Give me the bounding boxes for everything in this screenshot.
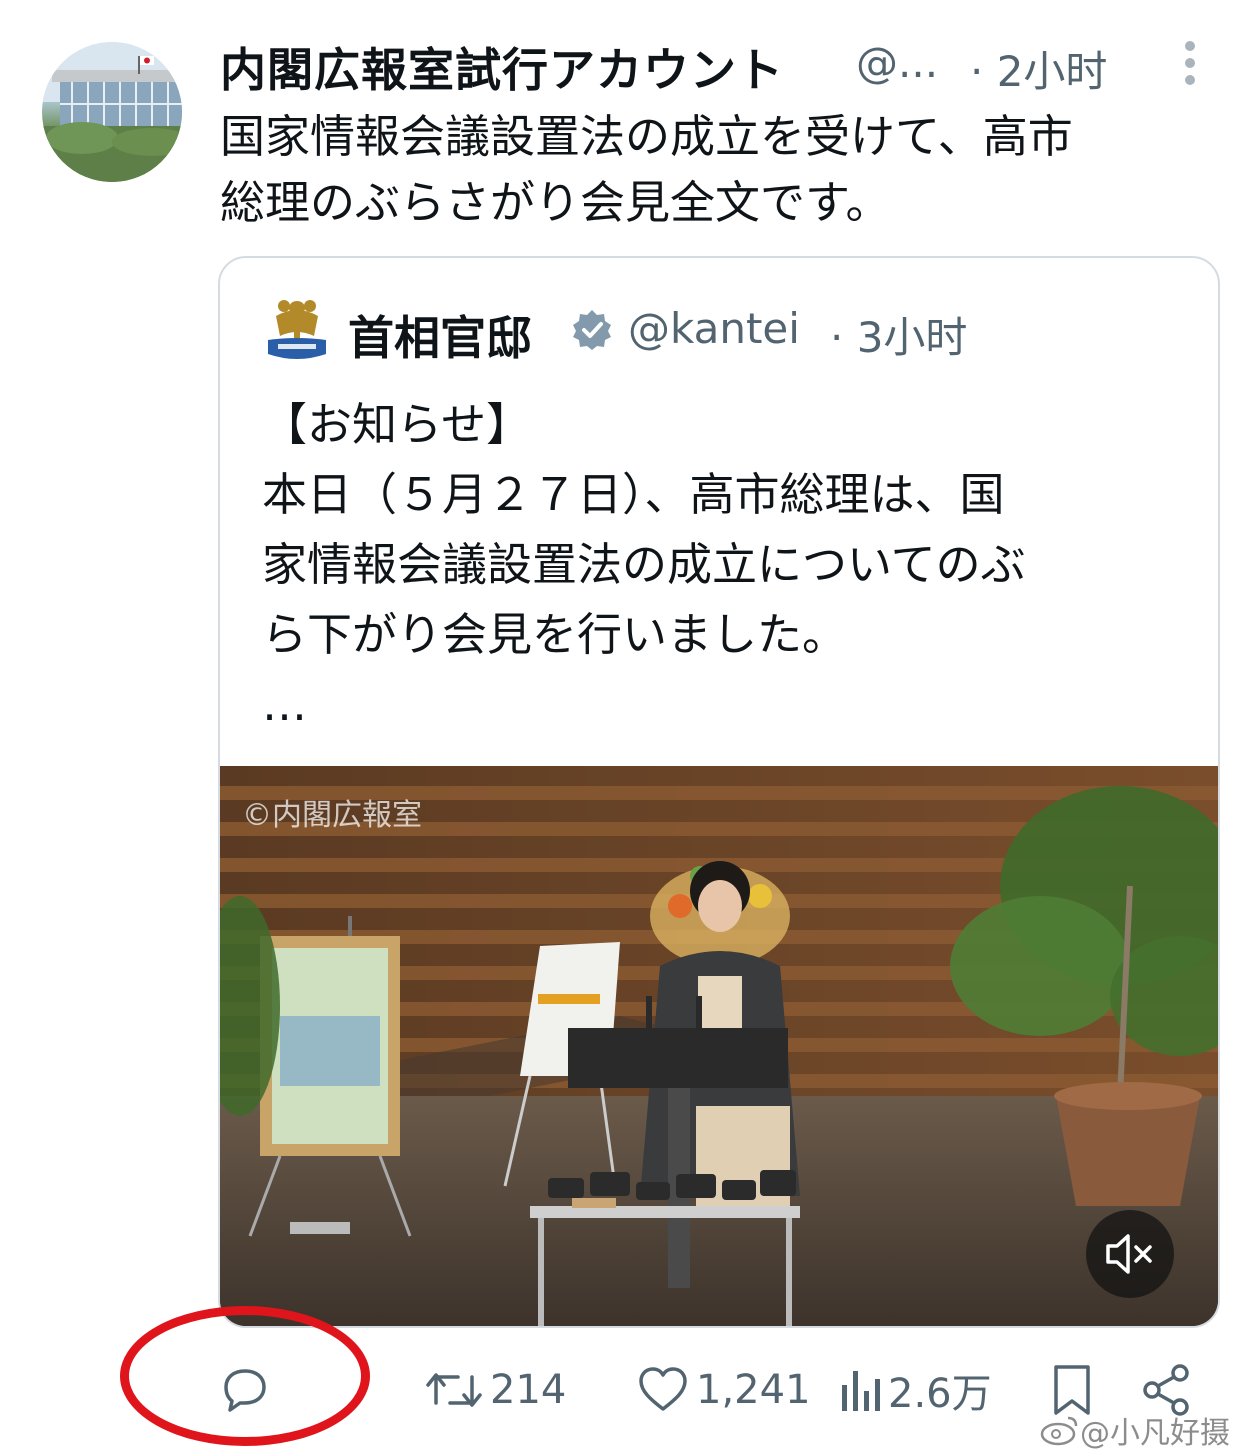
post-header: 内閣広報室試行アカウント @... · 2小时: [220, 30, 1220, 97]
like-count: 1,241: [696, 1367, 811, 1413]
quoted-timestamp[interactable]: · 3小时: [830, 304, 967, 365]
author-avatar[interactable]: [42, 42, 182, 182]
more-options-icon[interactable]: [1175, 38, 1205, 88]
retweet-button[interactable]: 214: [424, 1362, 566, 1418]
press-conference-video-frame: [220, 766, 1218, 1326]
like-button[interactable]: 1,241: [636, 1362, 811, 1418]
kantei-logo-icon[interactable]: [264, 294, 330, 364]
views-count: 2.6万: [888, 1371, 992, 1417]
post-text-line: 国家情報会議設置法の成立を受けて、高市: [220, 110, 1073, 163]
heart-icon: [639, 1367, 687, 1411]
quoted-text-line: ら下がり会見を行いました。: [262, 608, 848, 661]
retweet-count: 214: [490, 1367, 567, 1413]
quoted-handle[interactable]: @kantei: [628, 304, 800, 353]
views-button[interactable]: 2.6万: [838, 1362, 992, 1418]
building-photo: [42, 42, 182, 182]
quoted-post-text: 【お知らせ】 本日（５月２７日）、高市総理は、国 家情報会議設置法の成立について…: [262, 390, 1162, 740]
quoted-text-line: 本日（５月２７日）、高市総理は、国: [262, 468, 1005, 521]
speaker-muted-icon[interactable]: [1086, 1210, 1174, 1298]
quoted-text-line: 【お知らせ】: [262, 398, 532, 451]
quoted-display-name[interactable]: 首相官邸: [348, 302, 532, 368]
show-more-ellipsis[interactable]: …: [262, 670, 1162, 740]
red-highlight-circle: [120, 1306, 370, 1446]
views-chart-icon: [842, 1371, 880, 1411]
author-display-name[interactable]: 内閣広報室試行アカウント: [220, 34, 784, 100]
post-text-line: 総理のぶらさがり会見全文です。: [220, 176, 891, 229]
post-text: 国家情報会議設置法の成立を受けて、高市 総理のぶらさがり会見全文です。: [220, 104, 1220, 236]
weibo-watermark-text: @小凡好摄: [1080, 1416, 1230, 1451]
verified-badge-icon: [570, 308, 614, 352]
retweet-icon: [426, 1373, 482, 1407]
quoted-text-line: 家情報会議設置法の成立についてのぶ: [262, 538, 1026, 591]
video-player[interactable]: ©内閣広報室: [220, 766, 1218, 1326]
author-handle[interactable]: @...: [856, 38, 938, 87]
weibo-logo-icon: [1040, 1416, 1078, 1446]
weibo-watermark: @小凡好摄: [1040, 1408, 1230, 1452]
video-copyright-watermark: ©内閣広報室: [242, 798, 422, 833]
quoted-post-card[interactable]: 首相官邸 @kantei · 3小时 【お知らせ】 本日（５月２７日）、高市総理…: [218, 256, 1220, 1328]
post-timestamp[interactable]: · 2小时: [970, 38, 1107, 99]
